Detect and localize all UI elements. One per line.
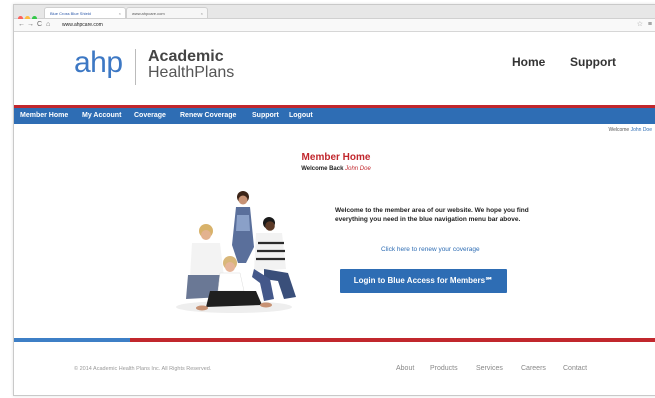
footer-link-careers[interactable]: Careers (521, 364, 546, 373)
browser-toolbar: ← → C ⌂ www.ahpcare.com ☆ ≡ (14, 19, 655, 32)
welcome-intro-text: Welcome to the member area of our websit… (335, 207, 529, 223)
browser-tab-active[interactable]: Blue Cross Blue Shield × (44, 7, 126, 18)
welcome-back-name: John Doe (345, 166, 371, 172)
students-group-photo (176, 191, 296, 313)
login-blue-access-button[interactable]: Login to Blue Access for Members℠ (340, 269, 507, 293)
footer-blue-stripe (14, 338, 130, 342)
menu-icon[interactable]: ≡ (648, 19, 652, 31)
welcome-back-prefix: Welcome Back (301, 166, 344, 172)
greeting-prefix: Welcome (608, 127, 630, 133)
home-icon[interactable]: ⌂ (46, 20, 50, 30)
nav-member-home[interactable]: Member Home (20, 108, 68, 124)
user-greeting: Welcome John Doe (608, 127, 652, 134)
main-nav-bar: Member Home My Account Coverage Renew Co… (14, 108, 655, 124)
browser-tab-bar: Blue Cross Blue Shield × www.ahpcare.com × (14, 5, 655, 21)
nav-logout[interactable]: Logout (289, 108, 313, 124)
nav-support[interactable]: Support (252, 108, 279, 124)
nav-renew-coverage[interactable]: Renew Coverage (180, 108, 236, 124)
back-icon[interactable]: ← (18, 20, 25, 30)
greeting-user-name[interactable]: John Doe (631, 127, 652, 133)
reload-icon[interactable]: C (37, 20, 42, 30)
nav-my-account[interactable]: My Account (82, 108, 121, 124)
logo-divider (135, 49, 136, 85)
welcome-back-text: Welcome Back John Doe (246, 165, 426, 173)
browser-tab[interactable]: www.ahpcare.com × (126, 7, 208, 18)
page-title: Member Home (301, 152, 371, 163)
browser-window: Blue Cross Blue Shield × www.ahpcare.com ×… (13, 4, 655, 396)
forward-icon[interactable]: → (27, 20, 34, 30)
address-bar[interactable]: www.ahpcare.com (62, 20, 103, 30)
footer-red-stripe (130, 338, 655, 342)
footer-link-products[interactable]: Products (430, 364, 458, 373)
logo-mark: ahp (74, 46, 123, 79)
tab-close-icon[interactable]: × (119, 8, 121, 19)
tab-close-icon[interactable]: × (201, 8, 203, 19)
bookmark-star-icon[interactable]: ☆ (637, 19, 643, 31)
tab-label: www.ahpcare.com (132, 11, 165, 16)
footer-link-services[interactable]: Services (476, 364, 503, 373)
footer-link-about[interactable]: About (396, 364, 414, 373)
renew-coverage-link[interactable]: Click here to renew your coverage (381, 246, 480, 254)
top-nav-support[interactable]: Support (570, 55, 616, 69)
nav-coverage[interactable]: Coverage (134, 108, 166, 124)
footer-copyright: © 2014 Academic Health Plans Inc. All Ri… (74, 366, 212, 372)
top-nav-home[interactable]: Home (512, 55, 545, 69)
tab-label: Blue Cross Blue Shield (50, 11, 91, 16)
logo-text-line2: HealthPlans (148, 64, 235, 81)
footer-link-contact[interactable]: Contact (563, 364, 587, 373)
